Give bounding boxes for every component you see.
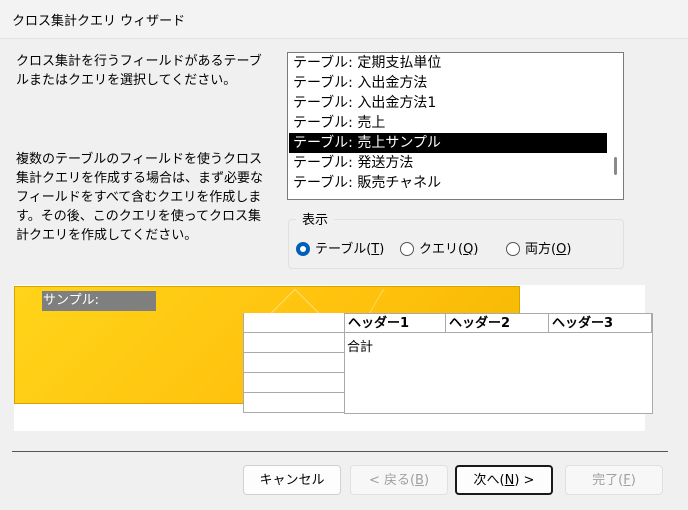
multiple-tables-instruction: 複数のテーブルのフィールドを使うクロス集計クエリを作成する場合は、まず必要なフィ… xyxy=(16,152,264,243)
row-header-cell xyxy=(243,373,344,393)
radio-queries-accesskey: Q xyxy=(463,242,474,257)
next-button-label: 次へ( xyxy=(473,473,505,488)
finish-button-label-end: ) xyxy=(630,473,636,488)
footer-divider xyxy=(12,451,668,452)
next-button-accesskey: N xyxy=(504,473,515,488)
source-listbox[interactable]: テーブル: 定期支払単位 テーブル: 入出金方法 テーブル: 入出金方法1 テー… xyxy=(287,52,624,200)
back-button-label-end: ) xyxy=(423,473,430,488)
radio-queries-label: クエリ( xyxy=(419,242,464,257)
row-header-cell xyxy=(243,333,344,353)
radio-tables[interactable]: テーブル(T) xyxy=(296,241,384,259)
back-button[interactable]: < 戻る(B) xyxy=(350,465,448,495)
total-cell: 合計 xyxy=(347,340,374,355)
row-header-column xyxy=(243,313,344,413)
list-item[interactable]: テーブル: 発送方法 xyxy=(289,153,607,173)
list-item[interactable]: テーブル: 売上 xyxy=(289,113,607,133)
radio-unselected-icon xyxy=(506,241,520,256)
list-item-selected[interactable]: テーブル: 売上サンプル xyxy=(289,133,607,153)
select-source-instruction: クロス集計を行うフィールドがあるテーブルまたはクエリを選択してください。 xyxy=(16,54,262,88)
radio-unselected-icon xyxy=(400,241,414,256)
list-scrollbar[interactable] xyxy=(607,53,623,199)
window-title: クロス集計クエリ ウィザード xyxy=(12,14,186,29)
scroll-thumb[interactable] xyxy=(614,157,617,175)
list-item[interactable]: テーブル: 販売チャネル xyxy=(289,173,607,193)
radio-selected-icon xyxy=(296,241,310,256)
column-header: ヘッダー2 xyxy=(445,313,548,333)
radio-both-label-end: ) xyxy=(566,242,572,257)
row-header-cell xyxy=(243,313,344,333)
back-button-label: < 戻る( xyxy=(368,473,416,488)
next-button-label-end: ) > xyxy=(514,473,535,488)
list-item[interactable]: テーブル: 入出金方法 xyxy=(289,73,607,93)
next-button[interactable]: 次へ(N) > xyxy=(455,465,553,495)
radio-tables-label-end: ) xyxy=(379,242,385,257)
title-bar: クロス集計クエリ ウィザード xyxy=(0,0,688,39)
row-header-cell xyxy=(243,353,344,373)
radio-queries-label-end: ) xyxy=(473,242,479,257)
list-item[interactable]: テーブル: 定期支払単位 xyxy=(289,53,607,73)
finish-button-label: 完了( xyxy=(592,473,624,488)
sample-label: サンプル: xyxy=(42,291,156,311)
radio-both[interactable]: 両方(O) xyxy=(506,241,571,259)
finish-button-accesskey: F xyxy=(623,473,631,488)
column-header: ヘッダー3 xyxy=(548,313,652,333)
column-header: ヘッダー1 xyxy=(344,313,445,333)
radio-queries[interactable]: クエリ(Q) xyxy=(400,241,478,259)
cancel-button[interactable]: キャンセル xyxy=(243,465,341,495)
back-button-accesskey: B xyxy=(415,473,424,488)
view-options-legend: 表示 xyxy=(296,209,335,228)
radio-both-accesskey: O xyxy=(556,242,567,257)
list-item[interactable]: テーブル: 入出金方法1 xyxy=(289,93,607,113)
finish-button[interactable]: 完了(F) xyxy=(565,465,663,495)
radio-both-label: 両方( xyxy=(525,242,557,257)
radio-tables-label: テーブル( xyxy=(315,242,372,257)
row-header-cell xyxy=(243,393,344,413)
